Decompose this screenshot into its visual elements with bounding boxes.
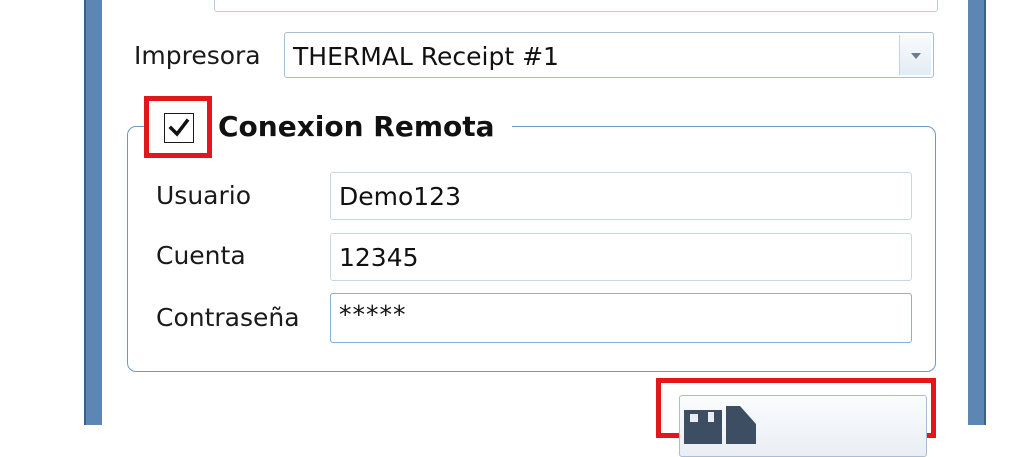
user-input[interactable]: Demo123 xyxy=(330,172,912,220)
account-label: Cuenta xyxy=(156,241,246,270)
save-button[interactable] xyxy=(679,395,927,457)
chevron-down-icon xyxy=(911,53,921,59)
user-input-value: Demo123 xyxy=(339,182,461,211)
account-input[interactable]: 12345 xyxy=(330,233,912,281)
user-label: Usuario xyxy=(156,181,252,210)
printer-label: Impresora xyxy=(134,41,261,70)
printer-select-value: THERMAL Receipt #1 xyxy=(293,42,559,71)
account-input-value: 12345 xyxy=(339,243,419,272)
checkmark-icon xyxy=(168,118,190,137)
partial-top-field[interactable] xyxy=(214,0,938,12)
password-input[interactable]: ***** xyxy=(330,293,912,343)
printer-select[interactable]: THERMAL Receipt #1 xyxy=(284,32,934,78)
save-button-highlight xyxy=(656,378,936,457)
remote-connection-title: Conexion Remota xyxy=(218,110,495,143)
remote-connection-checkbox[interactable] xyxy=(164,113,194,143)
password-label: Contraseña xyxy=(156,303,300,332)
printer-dropdown-button[interactable] xyxy=(899,35,931,75)
floppy-disk-icon xyxy=(684,406,756,444)
password-input-value: ***** xyxy=(339,300,407,329)
